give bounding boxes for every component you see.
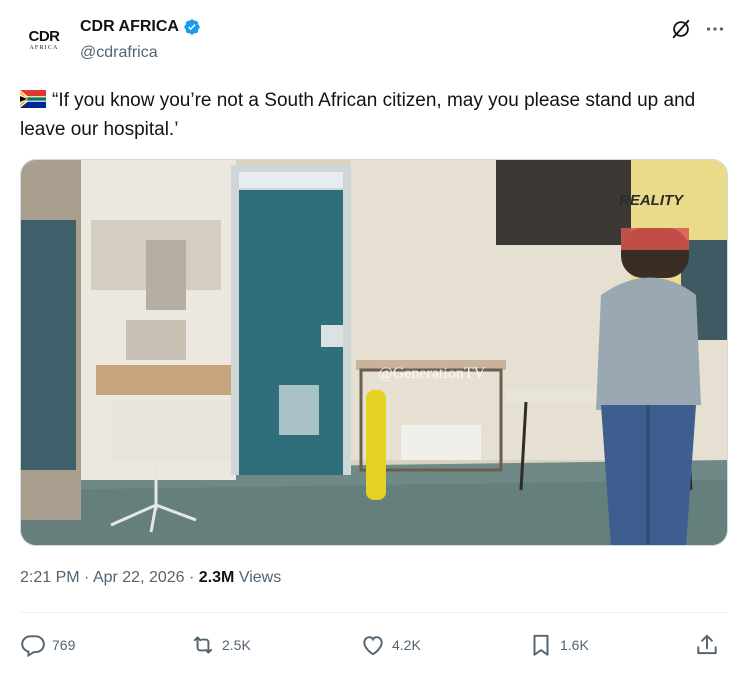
avatar-logo-subtext: AFRICA bbox=[29, 44, 59, 51]
repost-button[interactable]: 2.5K bbox=[190, 628, 251, 662]
share-icon[interactable] bbox=[694, 632, 720, 658]
tweet-date[interactable]: Apr 22, 2026 bbox=[93, 569, 185, 586]
bookmark-button[interactable]: 1.6K bbox=[528, 628, 589, 662]
like-button[interactable]: 4.2K bbox=[360, 628, 421, 662]
author-display-name[interactable]: CDR AFRICA bbox=[80, 18, 179, 36]
tweet-text-container: “If you know you’re not a South African … bbox=[20, 86, 730, 144]
action-bar: 769 2.5K 4.2K 1.6K bbox=[20, 628, 728, 662]
reality-badge: REALITY bbox=[619, 192, 685, 209]
reply-button[interactable]: 769 bbox=[20, 628, 75, 662]
more-icon[interactable] bbox=[704, 18, 726, 40]
views-label: Views bbox=[238, 569, 282, 586]
video-frame: @GenerationTV REALITY bbox=[21, 160, 727, 545]
author-name-row: CDR AFRICA bbox=[80, 18, 201, 36]
tweet-time[interactable]: 2:21 PM bbox=[20, 569, 80, 586]
tweet-text: “If you know you’re not a South African … bbox=[20, 90, 696, 140]
south-africa-flag-icon bbox=[20, 90, 46, 108]
repost-icon bbox=[193, 636, 213, 654]
avatar-logo-text: CDR bbox=[28, 27, 61, 45]
avatar[interactable]: CDR AFRICA bbox=[20, 16, 68, 64]
grok-icon[interactable] bbox=[670, 18, 692, 40]
verified-badge-icon[interactable] bbox=[183, 18, 201, 36]
bookmark-icon bbox=[533, 634, 549, 656]
divider bbox=[20, 612, 728, 613]
views-count: 2.3M bbox=[198, 569, 235, 586]
video-watermark: @GenerationTV bbox=[378, 365, 486, 382]
author-handle[interactable]: @cdrafrica bbox=[80, 44, 158, 62]
heart-icon bbox=[363, 636, 383, 656]
reply-count: 769 bbox=[52, 637, 76, 653]
meta-separator: · bbox=[189, 569, 195, 586]
meta-separator: · bbox=[84, 569, 90, 586]
bookmark-count: 1.6K bbox=[560, 637, 589, 653]
tweet-meta: 2:21 PM · Apr 22, 2026 · 2.3M Views bbox=[20, 569, 281, 587]
video-media[interactable]: @GenerationTV REALITY bbox=[20, 159, 728, 546]
reply-icon bbox=[21, 635, 45, 658]
like-count: 4.2K bbox=[392, 637, 421, 653]
repost-count: 2.5K bbox=[222, 637, 251, 653]
